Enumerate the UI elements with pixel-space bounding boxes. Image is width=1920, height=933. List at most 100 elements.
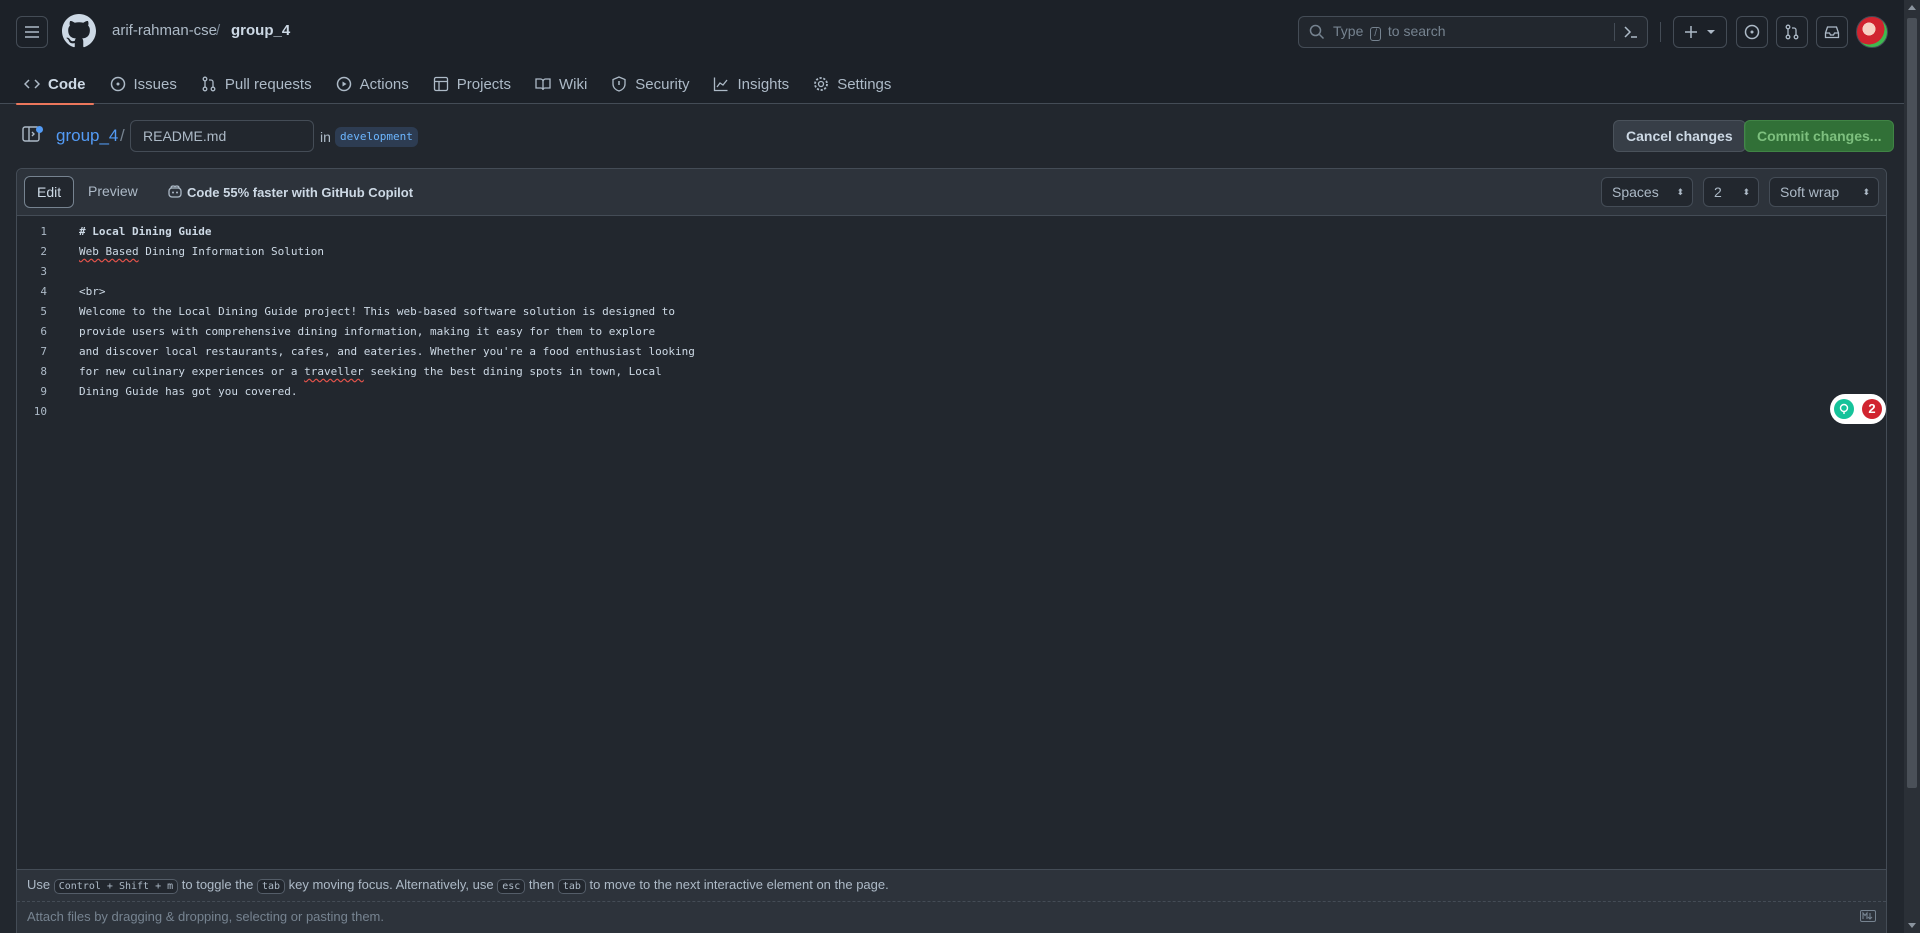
breadcrumb-repo[interactable]: group_4 — [231, 22, 290, 39]
select-arrows-icon: ⬍ — [1676, 187, 1684, 197]
tab-label: Pull requests — [224, 75, 312, 93]
tab-pull-requests[interactable]: Pull requests — [193, 64, 320, 104]
tab-issues[interactable]: Issues — [102, 64, 185, 104]
line-text: for new culinary experiences or a travel… — [79, 365, 662, 378]
play-icon — [336, 76, 351, 92]
repo-link[interactable]: group_4 — [56, 126, 118, 146]
tab-preview[interactable]: Preview — [76, 176, 150, 208]
create-new-button[interactable] — [1673, 16, 1727, 48]
tab-insights[interactable]: Insights — [705, 64, 797, 104]
attach-files-text: Attach files by dragging & dropping, sel… — [27, 909, 384, 924]
filename-field[interactable]: README.md — [130, 120, 314, 152]
graph-icon — [714, 77, 728, 92]
issue-icon — [110, 76, 125, 92]
code-line: 5 Welcome to the Local Dining Guide proj… — [17, 302, 1886, 322]
in-label: in — [320, 129, 331, 145]
grammarly-icon — [1834, 399, 1854, 419]
tab-code[interactable]: Code — [16, 64, 94, 105]
line-text: and discover local restaurants, cafes, a… — [79, 345, 695, 358]
menu-icon[interactable] — [16, 16, 48, 48]
breadcrumb-separator: / — [216, 22, 221, 39]
line-number: 7 — [40, 345, 47, 358]
pull-request-icon — [202, 76, 216, 92]
kbd-toggle: Control + Shift + m — [53, 879, 179, 894]
line-text: Web Based Dining Information Solution — [79, 245, 325, 258]
tab-label: Code — [48, 75, 86, 93]
tab-security[interactable]: Security — [603, 64, 697, 104]
cancel-changes-button[interactable]: Cancel changes — [1613, 120, 1746, 152]
wrap-mode-select[interactable]: Soft wrap ⬍ — [1769, 177, 1879, 207]
page-scrollbar[interactable] — [1904, 0, 1920, 933]
issue-icon — [1744, 24, 1760, 40]
inbox-icon — [1824, 26, 1840, 39]
tab-settings[interactable]: Settings — [805, 64, 899, 104]
kbd-tab: tab — [557, 879, 586, 894]
spelling-error[interactable]: Web Based — [79, 245, 139, 258]
indent-size-select[interactable]: 2 ⬍ — [1703, 177, 1759, 207]
command-palette-icon[interactable] — [1623, 24, 1639, 40]
book-icon — [535, 78, 551, 91]
code-line: 9 Dining Guide has got you covered. — [17, 382, 1886, 402]
search-input[interactable]: Type / to search — [1298, 16, 1648, 48]
line-text: Welcome to the Local Dining Guide projec… — [79, 305, 676, 318]
repo-nav: Code Issues Pull requests Actions Projec… — [16, 64, 907, 105]
commit-changes-button[interactable]: Commit changes... — [1744, 120, 1895, 152]
tab-label: Settings — [837, 75, 892, 93]
line-text: provide users with comprehensive dining … — [79, 325, 656, 338]
tab-edit[interactable]: Edit — [24, 176, 75, 208]
gear-icon — [814, 77, 829, 91]
code-line: 3 — [17, 262, 1886, 282]
code-editor[interactable]: 1 # Local Dining Guide 2 Web Based Dinin… — [17, 216, 1886, 856]
copilot-promo[interactable]: Code 55% faster with GitHub Copilot — [167, 184, 413, 200]
tab-label: Security — [635, 75, 690, 93]
grammarly-widget[interactable]: 2 — [1830, 394, 1886, 424]
plus-icon — [1685, 26, 1697, 38]
issues-button[interactable] — [1736, 16, 1768, 48]
line-number: 1 — [40, 225, 47, 238]
inbox-button[interactable] — [1816, 16, 1848, 48]
line-number: 9 — [40, 385, 47, 398]
scroll-thumb[interactable] — [1907, 18, 1917, 788]
github-logo-icon[interactable] — [62, 14, 96, 48]
scroll-up-icon[interactable] — [1908, 5, 1916, 10]
code-line: 6 provide users with comprehensive dinin… — [17, 322, 1886, 342]
tab-label: Actions — [359, 75, 409, 93]
path-separator: / — [120, 126, 125, 145]
notification-dot — [36, 126, 43, 133]
copilot-text: Code 55% faster with GitHub Copilot — [187, 184, 414, 200]
scroll-down-icon[interactable] — [1908, 923, 1916, 928]
tab-label: Insights — [737, 75, 790, 93]
chevron-down-icon — [1707, 30, 1715, 34]
tab-actions[interactable]: Actions — [328, 64, 417, 104]
avatar[interactable] — [1856, 16, 1888, 48]
indent-mode-select[interactable]: Spaces ⬍ — [1601, 177, 1693, 207]
pull-requests-button[interactable] — [1776, 16, 1808, 48]
line-number: 4 — [40, 285, 47, 298]
tab-projects[interactable]: Projects — [425, 64, 519, 104]
select-arrows-icon: ⬍ — [1742, 187, 1750, 197]
line-number: 6 — [40, 325, 47, 338]
line-number: 8 — [40, 365, 47, 378]
breadcrumb-owner[interactable]: arif-rahman-cse — [112, 22, 217, 39]
line-text: Dining Guide has got you covered. — [79, 385, 298, 398]
tab-wiki[interactable]: Wiki — [527, 64, 595, 104]
shield-icon — [612, 76, 626, 92]
search-divider — [1614, 23, 1615, 41]
copilot-icon — [168, 185, 182, 198]
code-line: 1 # Local Dining Guide — [17, 222, 1886, 242]
spelling-error[interactable]: traveller — [304, 365, 364, 378]
tab-label: Issues — [133, 75, 177, 93]
kbd-esc: esc — [497, 879, 526, 894]
kbd-tab: tab — [256, 879, 286, 894]
code-line: 7 and discover local restaurants, cafes,… — [17, 342, 1886, 362]
select-arrows-icon: ⬍ — [1862, 187, 1870, 197]
header-divider — [1660, 22, 1661, 42]
attach-files-area[interactable]: Attach files by dragging & dropping, sel… — [17, 901, 1886, 933]
code-line: 2 Web Based Dining Information Solution — [17, 242, 1886, 262]
code-line: 8 for new culinary experiences or a trav… — [17, 362, 1886, 382]
editor-toolbar: Edit Preview Code 55% faster with GitHub… — [17, 169, 1886, 216]
global-header: arif-rahman-cse / group_4 Type / to sear… — [0, 0, 1904, 105]
file-editor: Edit Preview Code 55% faster with GitHub… — [16, 168, 1887, 933]
branch-badge: development — [335, 127, 418, 147]
line-number: 10 — [33, 405, 47, 418]
